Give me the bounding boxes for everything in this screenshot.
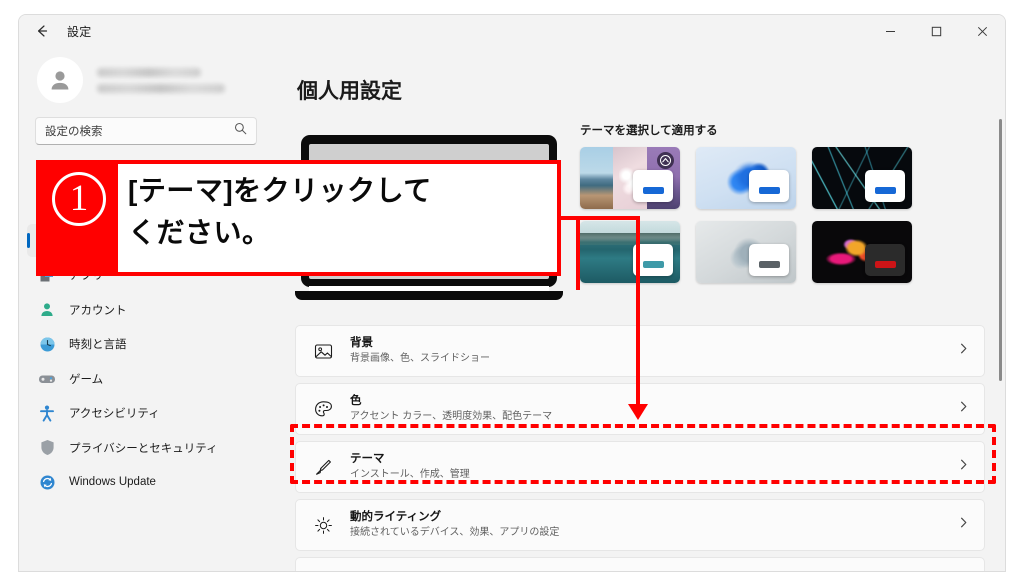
spotlight-badge-icon — [657, 152, 674, 169]
screenshot-root: 設定 設定の検索 アプリ アカウント 時刻と言語 ゲーム アクセシビリティ プラ… — [0, 0, 1024, 576]
settings-window: 設定 設定の検索 アプリ アカウント 時刻と言語 ゲーム アクセシビリティ プラ… — [18, 14, 1006, 572]
theme-accent-swatch — [642, 261, 664, 268]
annotation-connector-vertical — [636, 216, 640, 408]
avatar — [37, 57, 83, 103]
annotation-step-number: 1 — [52, 172, 106, 226]
theme-window-preview — [865, 244, 905, 276]
account-text — [97, 67, 225, 93]
sidebar-item-windows-update[interactable]: Windows Update — [27, 466, 265, 499]
arrow-left-icon — [34, 23, 50, 39]
chevron-right-icon — [957, 400, 970, 418]
annotation-connector-vertical-top — [576, 216, 580, 290]
person-icon — [47, 67, 73, 93]
sidebar-item-label: 時刻と言語 — [69, 339, 127, 351]
theme-window-preview — [749, 170, 789, 202]
accessibility-icon — [37, 403, 57, 423]
search-icon — [234, 122, 247, 140]
clock-icon — [37, 334, 57, 354]
theme-thumbnail-5[interactable] — [696, 221, 796, 283]
annotation-text: [テーマ]をクリックして ください。 — [118, 164, 557, 272]
minimize-icon — [885, 26, 896, 37]
update-icon — [37, 472, 57, 492]
minimize-button[interactable] — [867, 15, 913, 47]
row-subtitle: 接続されているデバイス、効果、アプリの設定 — [350, 527, 560, 538]
sidebar: 設定の検索 Bluetooth とデバイス — [19, 47, 273, 571]
maximize-icon — [931, 26, 942, 37]
account-name-redacted — [97, 67, 201, 77]
image-icon — [312, 340, 334, 362]
close-button[interactable] — [959, 15, 1005, 47]
theme-accent-swatch — [874, 187, 896, 194]
search-input[interactable]: 設定の検索 — [45, 123, 103, 139]
row-title: 背景 — [350, 337, 373, 349]
sidebar-item-gaming[interactable]: ゲーム — [27, 362, 265, 395]
annotation-text-line1: [テーマ]をクリックして — [128, 175, 432, 206]
annotation-callout: 1 [テーマ]をクリックして ください。 — [36, 160, 561, 276]
themes-section-title: テーマを選択して適用する — [580, 125, 718, 137]
account-icon — [37, 300, 57, 320]
sidebar-item-label: アカウント — [69, 304, 127, 317]
annotation-arrowhead — [628, 404, 648, 420]
sidebar-item-label: プライバシーとセキュリティ — [69, 442, 218, 455]
laptop-base — [295, 291, 563, 300]
row-subtitle: 背景画像、色、スライドショー — [350, 353, 490, 364]
vertical-scrollbar[interactable] — [996, 97, 1004, 567]
row-title: 動的ライティング — [350, 511, 442, 523]
window-title: 設定 — [67, 24, 92, 39]
title-bar: 設定 — [19, 15, 1005, 47]
chevron-right-icon — [957, 342, 970, 360]
row-texts: 色 アクセント カラー、透明度効果、配色テーマ — [350, 394, 957, 424]
row-title: 色 — [350, 395, 362, 407]
theme-window-preview — [865, 170, 905, 202]
gamepad-icon — [37, 369, 57, 389]
annotation-connector-horizontal — [560, 216, 640, 220]
palette-icon — [312, 398, 334, 420]
close-icon — [977, 26, 988, 37]
theme-accent-swatch — [874, 261, 896, 268]
chevron-right-icon — [957, 516, 970, 534]
sidebar-item-accounts[interactable]: アカウント — [27, 293, 265, 326]
sidebar-item-privacy-security[interactable]: プライバシーとセキュリティ — [27, 431, 265, 464]
settings-row-lock-screen[interactable]: ロック画面 — [295, 557, 985, 571]
theme-thumbnail-3[interactable] — [812, 147, 912, 209]
account-email-redacted — [97, 83, 225, 93]
theme-window-preview — [749, 244, 789, 276]
back-button[interactable] — [25, 16, 59, 46]
row-subtitle: アクセント カラー、透明度効果、配色テーマ — [350, 411, 553, 422]
scrollbar-thumb[interactable] — [999, 119, 1002, 381]
annotation-text-line2: ください。 — [128, 217, 271, 248]
sidebar-item-time-language[interactable]: 時刻と言語 — [27, 328, 265, 361]
sidebar-item-label: ゲーム — [69, 373, 104, 386]
theme-thumbnail-6[interactable] — [812, 221, 912, 283]
lighting-icon — [312, 514, 334, 536]
theme-thumbnail-2[interactable] — [696, 147, 796, 209]
page-title: 個人用設定 — [297, 80, 402, 103]
sidebar-item-label: Windows Update — [69, 476, 156, 488]
themes-section: テーマを選択して適用する — [580, 122, 980, 283]
maximize-button[interactable] — [913, 15, 959, 47]
row-texts: 動的ライティング 接続されているデバイス、効果、アプリの設定 — [350, 510, 957, 540]
annotation-step-badge: 1 — [40, 164, 118, 272]
window-controls — [867, 15, 1005, 47]
theme-thumbnail-1[interactable] — [580, 147, 680, 209]
row-texts: 背景 背景画像、色、スライドショー — [350, 336, 957, 366]
search-box[interactable]: 設定の検索 — [35, 117, 257, 145]
settings-row-background[interactable]: 背景 背景画像、色、スライドショー — [295, 325, 985, 377]
theme-thumbnail-4[interactable] — [580, 221, 680, 283]
sidebar-item-label: アクセシビリティ — [69, 408, 160, 420]
theme-accent-swatch — [642, 187, 664, 194]
theme-window-preview — [633, 170, 673, 202]
settings-row-dynamic-lighting[interactable]: 動的ライティング 接続されているデバイス、効果、アプリの設定 — [295, 499, 985, 551]
annotation-highlight-box — [290, 424, 996, 484]
theme-accent-swatch — [758, 187, 780, 194]
sidebar-item-accessibility[interactable]: アクセシビリティ — [27, 397, 265, 430]
shield-icon — [37, 438, 57, 458]
theme-grid — [580, 147, 980, 283]
account-block[interactable] — [27, 47, 265, 115]
theme-accent-swatch — [758, 261, 780, 268]
